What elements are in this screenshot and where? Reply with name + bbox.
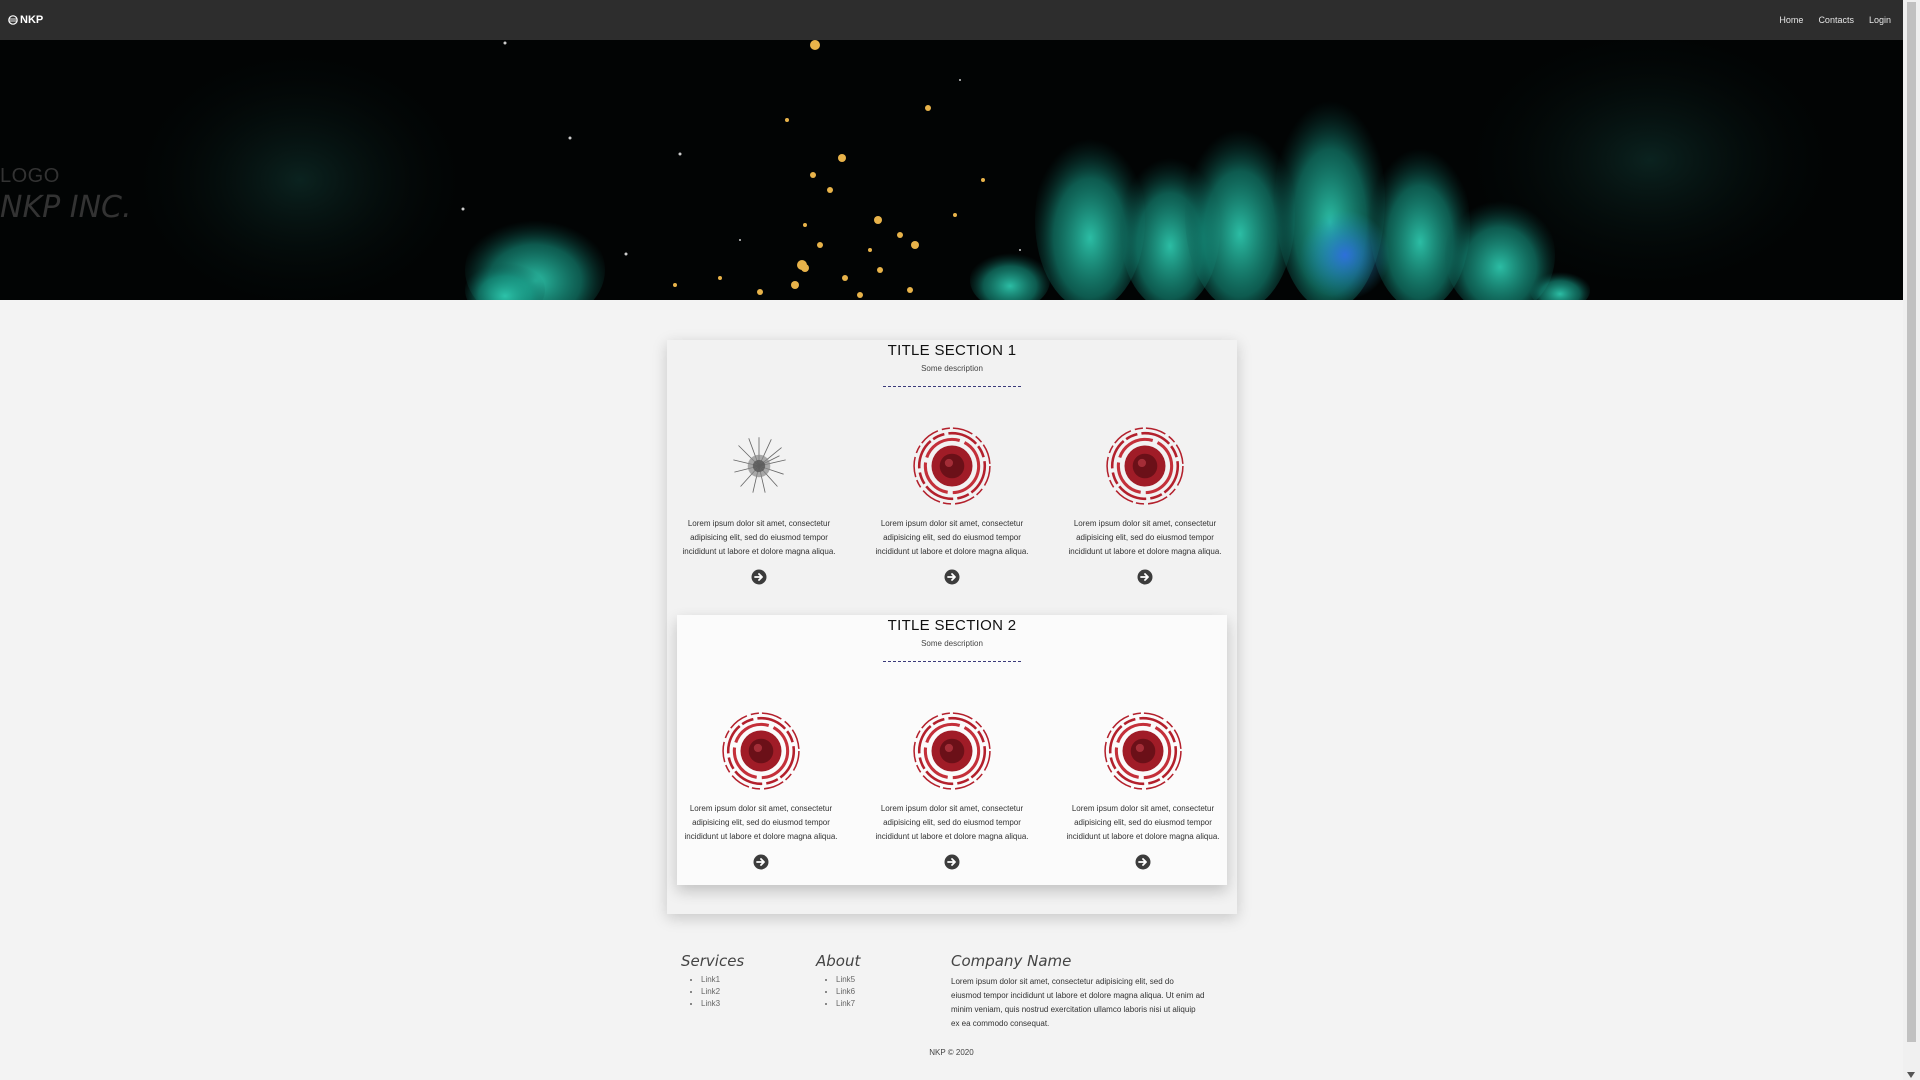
red-target-image xyxy=(913,712,991,790)
footer-copyright: NKP © 2020 xyxy=(929,1048,974,1057)
scrollbar-thumb[interactable] xyxy=(1907,2,1916,1042)
section-1-description: Some description xyxy=(921,364,983,373)
red-target-image xyxy=(913,427,991,505)
footer-services-title: Services xyxy=(681,952,745,970)
footer-link-5[interactable]: Link5 xyxy=(836,974,860,986)
red-target-image xyxy=(722,712,800,790)
section-1-item-1: Lorem ipsum dolor sit amet, consectetur … xyxy=(679,425,839,585)
arrow-right-circle-icon[interactable] xyxy=(753,854,769,870)
footer-link-1[interactable]: Link1 xyxy=(701,974,744,986)
section-2-divider xyxy=(883,661,1021,662)
red-target-image xyxy=(1104,712,1182,790)
brand-link[interactable]: NKP xyxy=(8,14,43,26)
arrow-right-circle-icon[interactable] xyxy=(944,569,960,585)
section-2-item-3: Lorem ipsum dolor sit amet, consectetur … xyxy=(1063,710,1223,870)
section-1-item-1-text: Lorem ipsum dolor sit amet, consectetur … xyxy=(682,519,836,556)
section-1-item-3-text: Lorem ipsum dolor sit amet, consectetur … xyxy=(1068,519,1222,556)
section-2-item-2-text: Lorem ipsum dolor sit amet, consectetur … xyxy=(875,804,1029,841)
hero-banner: LOGO NKP INC. xyxy=(0,40,1903,300)
scroll-down-arrow-icon[interactable] xyxy=(1907,1072,1915,1078)
footer-link-2[interactable]: Link2 xyxy=(701,986,744,998)
section-1-item-2-text: Lorem ipsum dolor sit amet, consectetur … xyxy=(875,519,1029,556)
section-2-items: Lorem ipsum dolor sit amet, consectetur … xyxy=(677,710,1227,870)
arrow-right-circle-icon[interactable] xyxy=(751,569,767,585)
section-1-item-3: Lorem ipsum dolor sit amet, consectetur … xyxy=(1065,425,1225,585)
footer-about: About Link5 Link6 Link7 xyxy=(816,952,860,1010)
hero-company-name: NKP INC. xyxy=(0,190,132,225)
section-2-item-3-text: Lorem ipsum dolor sit amet, consectetur … xyxy=(1066,804,1220,841)
section-1-divider xyxy=(883,386,1021,387)
arrow-right-circle-icon[interactable] xyxy=(944,854,960,870)
nav-contacts-link[interactable]: Contacts xyxy=(1818,15,1854,25)
content-card: TITLE SECTION 1 Some description Lorem i… xyxy=(667,340,1237,914)
footer-company-title: Company Name xyxy=(951,952,1072,970)
section-2-title: TITLE SECTION 2 xyxy=(887,617,1017,634)
footer-about-title: About xyxy=(816,952,861,970)
brand-icon xyxy=(8,15,18,25)
footer-services: Services Link1 Link2 Link3 xyxy=(681,952,744,1010)
section-2-item-2: Lorem ipsum dolor sit amet, consectetur … xyxy=(872,710,1032,870)
section-1-title: TITLE SECTION 1 xyxy=(887,342,1017,359)
brand-label: NKP xyxy=(20,14,44,26)
section-1-items: Lorem ipsum dolor sit amet, consectetur … xyxy=(667,425,1237,585)
arrow-right-circle-icon[interactable] xyxy=(1137,569,1153,585)
footer-link-7[interactable]: Link7 xyxy=(836,998,860,1010)
arrow-right-circle-icon[interactable] xyxy=(1135,854,1151,870)
section-2: TITLE SECTION 2 Some description Lorem i… xyxy=(677,615,1227,885)
red-target-image xyxy=(1106,427,1184,505)
nav-login-link[interactable]: Login xyxy=(1869,15,1891,25)
top-navbar: NKP Home Contacts Login xyxy=(0,0,1903,40)
splash-image xyxy=(733,437,786,493)
footer-link-6[interactable]: Link6 xyxy=(836,986,860,998)
section-2-item-1-text: Lorem ipsum dolor sit amet, consectetur … xyxy=(684,804,838,841)
nav-home-link[interactable]: Home xyxy=(1779,15,1803,25)
section-2-item-1: Lorem ipsum dolor sit amet, consectetur … xyxy=(681,710,841,870)
nav-links: Home Contacts Login xyxy=(1779,15,1891,25)
footer-company: Company Name Lorem ipsum dolor sit amet,… xyxy=(951,952,1206,1031)
footer-company-text: Lorem ipsum dolor sit amet, consectetur … xyxy=(951,977,1205,1028)
hero-logo-text: LOGO xyxy=(0,165,60,187)
section-2-description: Some description xyxy=(921,639,983,648)
footer-link-3[interactable]: Link3 xyxy=(701,998,744,1010)
section-1: TITLE SECTION 1 Some description Lorem i… xyxy=(667,340,1237,620)
page-scrollbar[interactable] xyxy=(1903,0,1920,1080)
section-1-item-2: Lorem ipsum dolor sit amet, consectetur … xyxy=(872,425,1032,585)
